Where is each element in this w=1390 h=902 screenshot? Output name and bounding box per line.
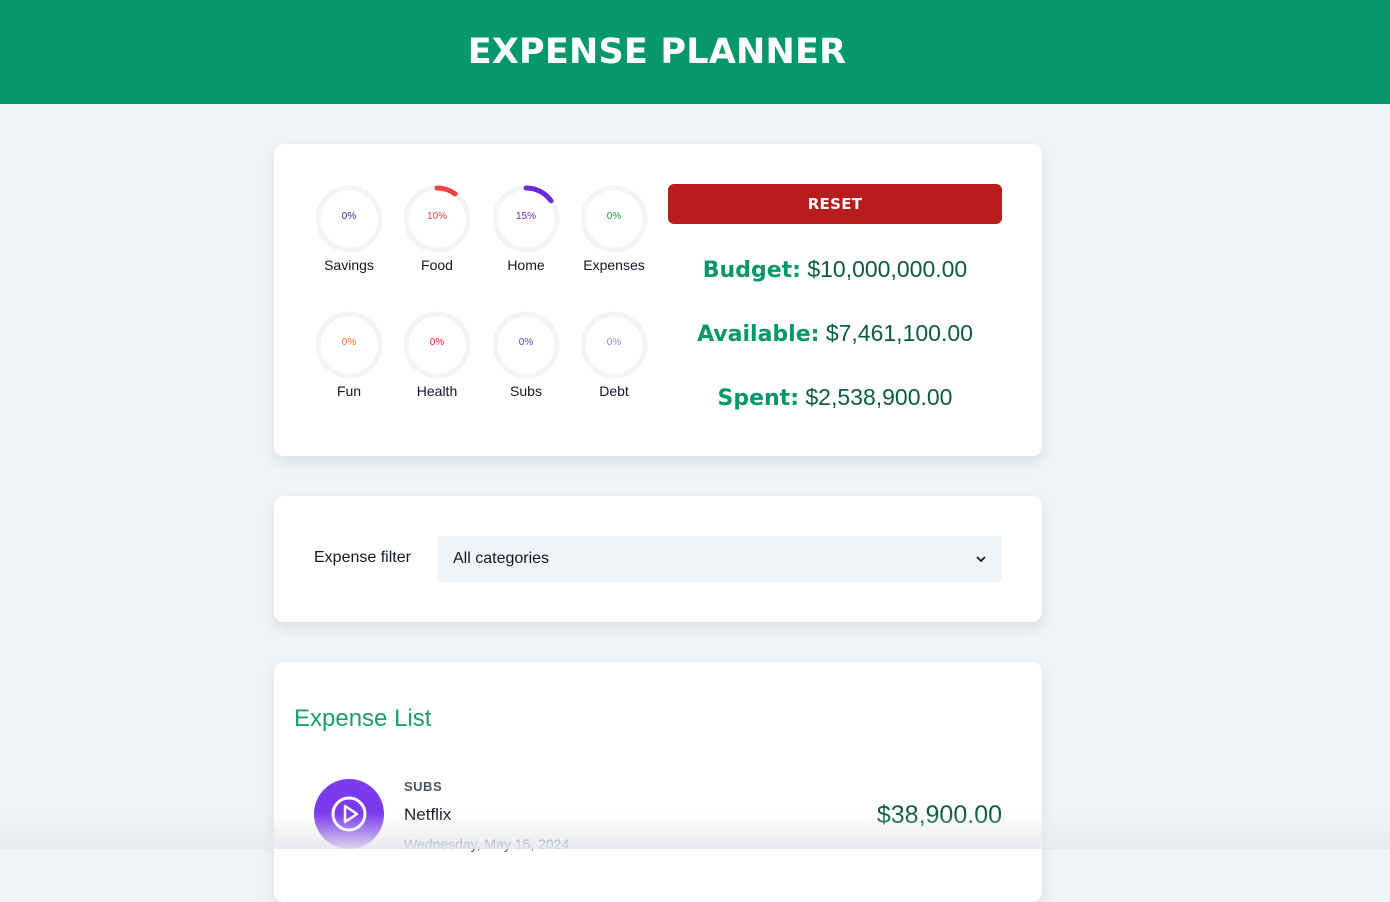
expense-category: SUBS	[404, 779, 442, 794]
ring-percent: 0%	[491, 310, 561, 380]
category-ring-debt: 0%Debt	[579, 310, 649, 399]
budget-label: Budget:	[703, 258, 801, 283]
expense-name: Netflix	[404, 805, 451, 825]
expense-filter-label: Expense filter	[314, 549, 411, 567]
ring-label: Fun	[304, 383, 394, 399]
available-label: Available:	[697, 322, 819, 347]
budget-value: $10,000,000.00	[807, 256, 967, 282]
reset-button[interactable]: RESET	[668, 184, 1002, 224]
category-ring-health: 0%Health	[402, 310, 472, 399]
available-stat: Available: $7,461,100.00	[668, 320, 1002, 347]
category-ring-fun: 0%Fun	[314, 310, 384, 399]
category-ring-subs: 0%Subs	[491, 310, 561, 399]
spent-value: $2,538,900.00	[805, 384, 952, 410]
ring-percent: 0%	[402, 310, 472, 380]
ring-label: Home	[481, 257, 571, 273]
category-ring-savings: 0%Savings	[314, 184, 384, 273]
expense-amount: $38,900.00	[877, 801, 1002, 830]
ring-label: Debt	[569, 383, 659, 399]
chevron-down-icon	[976, 552, 986, 566]
filter-card: Expense filter All categories	[274, 496, 1042, 622]
ring-percent: 10%	[402, 184, 472, 254]
expense-date: Wednesday, May 15, 2024	[404, 836, 569, 852]
category-filter-value: All categories	[453, 550, 549, 568]
ring-label: Subs	[481, 383, 571, 399]
ring-label: Expenses	[569, 257, 659, 273]
ring-percent: 0%	[314, 184, 384, 254]
ring-percent: 15%	[491, 184, 561, 254]
category-ring-home: 15%Home	[491, 184, 561, 273]
category-ring-expenses: 0%Expenses	[579, 184, 649, 273]
budget-stat: Budget: $10,000,000.00	[668, 256, 1002, 283]
play-icon	[329, 794, 369, 834]
ring-percent: 0%	[579, 310, 649, 380]
budget-card: 0%Savings10%Food15%Home0%Expenses0%Fun0%…	[274, 144, 1042, 456]
ring-label: Food	[392, 257, 482, 273]
ring-percent: 0%	[314, 310, 384, 380]
available-value: $7,461,100.00	[826, 320, 973, 346]
category-filter-select[interactable]: All categories	[437, 536, 1002, 582]
subs-category-icon	[314, 779, 384, 849]
spent-label: Spent:	[718, 386, 800, 411]
expense-item[interactable]: SUBS Netflix Wednesday, May 15, 2024 $38…	[314, 779, 1002, 859]
ring-label: Savings	[304, 257, 394, 273]
expense-list-title: Expense List	[294, 705, 431, 733]
category-ring-food: 10%Food	[402, 184, 472, 273]
expense-list-card: Expense List SUBS Netflix Wednesday, May…	[274, 662, 1042, 902]
app-header: EXPENSE PLANNER	[0, 0, 1390, 104]
spent-stat: Spent: $2,538,900.00	[668, 384, 1002, 411]
ring-percent: 0%	[579, 184, 649, 254]
ring-label: Health	[392, 383, 482, 399]
app-title: EXPENSE PLANNER	[468, 32, 847, 72]
